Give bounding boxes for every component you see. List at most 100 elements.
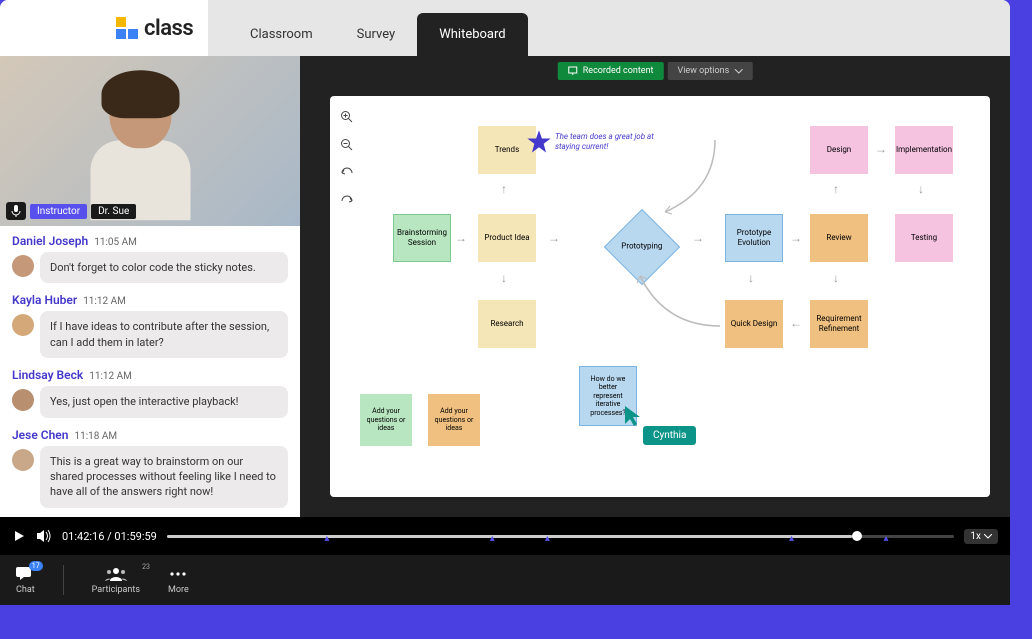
arrow-down-icon: ↓: [918, 182, 924, 196]
progress-handle[interactable]: [852, 531, 862, 541]
instructor-video[interactable]: Instructor Dr. Sue: [0, 56, 300, 226]
presentation-icon: [568, 66, 578, 76]
node-prototyping-label: Prototyping: [621, 242, 662, 252]
chat-name: Jese Chen: [12, 428, 68, 442]
tab-whiteboard[interactable]: Whiteboard: [417, 13, 527, 56]
chat-text: Yes, just open the interactive playback!: [40, 386, 288, 417]
node-implementation[interactable]: Implementation: [895, 126, 953, 174]
node-testing[interactable]: Testing: [895, 214, 953, 262]
chat-time: 11:12 AM: [89, 371, 132, 382]
toolbar-chat[interactable]: Chat 17: [16, 565, 35, 595]
marker-icon[interactable]: ▴: [324, 533, 329, 544]
chat-message: Lindsay Beck 11:12 AM Yes, just open the …: [12, 368, 288, 417]
recorded-content-button[interactable]: Recorded content: [558, 62, 664, 80]
instructor-tag: Instructor Dr. Sue: [6, 202, 136, 220]
node-brainstorming[interactable]: Brainstorming Session: [393, 214, 451, 262]
arrow-right-icon: →: [455, 231, 467, 245]
toolbar-chat-label: Chat: [16, 585, 35, 595]
speed-label: 1x: [970, 531, 981, 542]
toolbar-participants[interactable]: Participants 23: [92, 565, 140, 595]
chat-text: Don't forget to color code the sticky no…: [40, 252, 288, 283]
whiteboard-tools: [338, 108, 356, 210]
whiteboard[interactable]: Trends The team does a great job at stay…: [330, 96, 990, 497]
node-prototyping[interactable]: Prototyping: [611, 216, 673, 278]
main: Instructor Dr. Sue Daniel Joseph11:05 AM…: [0, 56, 1010, 517]
node-quick-design[interactable]: Quick Design: [725, 300, 783, 348]
avatar: [12, 314, 34, 336]
node-add-ideas-1[interactable]: Add your questions or ideas: [360, 394, 412, 446]
tabs: Classroom Survey Whiteboard: [228, 0, 528, 56]
participants-count: 23: [142, 563, 150, 571]
zoom-in-icon[interactable]: [338, 108, 356, 126]
node-prototype-evolution[interactable]: Prototype Evolution: [725, 214, 783, 262]
node-requirement[interactable]: Requirement Refinement: [810, 300, 868, 348]
tab-classroom[interactable]: Classroom: [228, 13, 335, 56]
arrow-down-icon: ↓: [748, 271, 754, 285]
participants-icon: [105, 565, 127, 583]
divider: [63, 565, 64, 595]
cursor-user-tag: Cynthia: [643, 426, 696, 445]
arrow-right-icon: →: [548, 231, 560, 245]
record-bar: Recorded content View options: [558, 62, 753, 80]
play-button[interactable]: [12, 529, 26, 543]
arrow-up-icon: ↑: [833, 182, 839, 196]
time-display: 01:42:16 / 01:59:59: [62, 530, 157, 543]
node-research[interactable]: Research: [478, 300, 536, 348]
chat-message: Daniel Joseph11:05 AM Don't forget to co…: [12, 234, 288, 283]
time-total: 01:59:59: [114, 530, 156, 543]
recorded-label: Recorded content: [583, 66, 654, 76]
logo: class: [0, 0, 208, 56]
chat-message: Jese Chen11:18 AM This is a great way to…: [12, 428, 288, 508]
content-area: Recorded content View options Trends The: [300, 56, 1010, 517]
view-options-button[interactable]: View options: [667, 62, 752, 80]
chat-name: Lindsay Beck: [12, 368, 83, 382]
cursor-icon: [623, 404, 643, 428]
arrow-up-icon: ↑: [501, 182, 507, 196]
bottom-toolbar: Chat 17 Participants 23: [0, 555, 1010, 605]
time-current: 01:42:16: [62, 530, 104, 543]
logo-text: class: [144, 16, 193, 41]
node-review[interactable]: Review: [810, 214, 868, 262]
logo-icon: [116, 17, 138, 39]
arrow-right-icon: →: [875, 142, 887, 156]
player-bar: 01:42:16 / 01:59:59 ▴ ▴ ▴ ▴ ▴ 1x: [0, 517, 1010, 555]
chat-time: 11:18 AM: [74, 431, 117, 442]
chat-time: 11:05 AM: [94, 237, 137, 248]
arrow-right-icon: →: [790, 231, 802, 245]
mic-icon[interactable]: [6, 202, 26, 220]
progress-bar[interactable]: ▴ ▴ ▴ ▴ ▴: [167, 535, 955, 538]
node-design[interactable]: Design: [810, 126, 868, 174]
chat-name: Kayla Huber: [12, 293, 77, 307]
redo-icon[interactable]: [338, 192, 356, 210]
marker-icon[interactable]: ▴: [884, 533, 889, 544]
toolbar-more[interactable]: More: [168, 565, 189, 595]
chat-list[interactable]: Daniel Joseph11:05 AM Don't forget to co…: [0, 226, 300, 517]
curve-arrow: [635, 271, 725, 331]
volume-button[interactable]: [36, 529, 52, 543]
marker-icon[interactable]: ▴: [490, 533, 495, 544]
undo-icon[interactable]: [338, 164, 356, 182]
more-icon: [170, 565, 186, 583]
arrow-down-icon: ↓: [501, 271, 507, 285]
arrow-down-icon: ↓: [833, 271, 839, 285]
sidebar: Instructor Dr. Sue Daniel Joseph11:05 AM…: [0, 56, 300, 517]
progress-fill: [167, 535, 852, 538]
instructor-name: Dr. Sue: [91, 204, 136, 219]
node-add-ideas-2[interactable]: Add your questions or ideas: [428, 394, 480, 446]
marker-icon[interactable]: ▴: [545, 533, 550, 544]
node-product-idea[interactable]: Product Idea: [478, 214, 536, 262]
toolbar-participants-label: Participants: [92, 585, 140, 595]
chat-time: 11:12 AM: [83, 296, 126, 307]
zoom-out-icon[interactable]: [338, 136, 356, 154]
curve-arrow: [660, 140, 720, 220]
chat-count-badge: 17: [29, 561, 43, 571]
marker-icon[interactable]: ▴: [789, 533, 794, 544]
instructor-figure: [110, 76, 191, 220]
star-icon: [525, 128, 553, 156]
speed-selector[interactable]: 1x: [964, 529, 998, 544]
avatar: [12, 449, 34, 471]
view-label: View options: [677, 66, 729, 76]
avatar: [12, 255, 34, 277]
role-badge: Instructor: [30, 204, 87, 219]
tab-survey[interactable]: Survey: [335, 13, 418, 56]
